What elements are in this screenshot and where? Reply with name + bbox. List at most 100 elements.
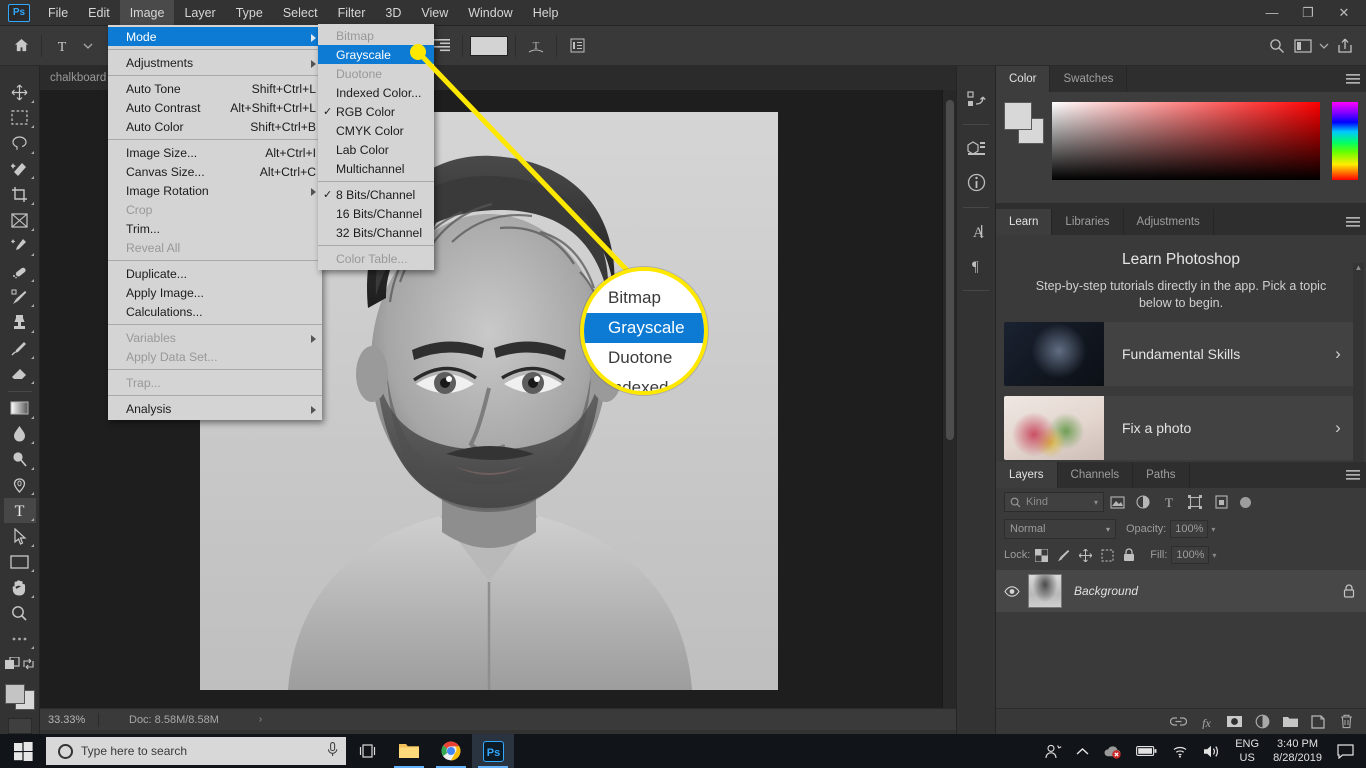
windows-start-icon[interactable] — [0, 734, 46, 768]
menu-window[interactable]: Window — [458, 0, 522, 26]
menu-item-analysis[interactable]: Analysis — [108, 399, 322, 418]
fill-field[interactable]: 100% — [1171, 546, 1210, 564]
eraser-tool[interactable] — [4, 362, 36, 387]
delete-layer-icon[interactable] — [1332, 710, 1360, 734]
menu-item-image-rotation[interactable]: Image Rotation — [108, 181, 322, 200]
menu-type[interactable]: Type — [226, 0, 273, 26]
menu-item-duplicate[interactable]: Duplicate... — [108, 264, 322, 283]
photoshop-taskbar-icon[interactable]: Ps — [472, 734, 514, 768]
gradient-tool[interactable] — [4, 396, 36, 421]
character-icon[interactable]: A — [961, 216, 991, 246]
menu-item-auto-contrast[interactable]: Auto Contrast Alt+Shift+Ctrl+L — [108, 98, 322, 117]
new-group-icon[interactable] — [1276, 710, 1304, 734]
layer-mask-icon[interactable] — [1220, 710, 1248, 734]
tab-learn[interactable]: Learn — [996, 209, 1053, 235]
quick-selection-tool[interactable] — [4, 157, 36, 182]
status-expand-icon[interactable]: › — [219, 714, 262, 725]
dodge-tool[interactable] — [4, 447, 36, 472]
rectangular-marquee-tool[interactable] — [4, 106, 36, 131]
link-layers-icon[interactable] — [1164, 710, 1192, 734]
menu-view[interactable]: View — [411, 0, 458, 26]
restore-button[interactable]: ❐ — [1290, 0, 1326, 26]
tool-preset-chevron-icon[interactable] — [75, 34, 101, 58]
paragraph-icon[interactable]: ¶ — [961, 250, 991, 280]
menu-3d[interactable]: 3D — [375, 0, 411, 26]
menu-item-auto-color[interactable]: Auto Color Shift+Ctrl+B — [108, 117, 322, 136]
blur-tool[interactable] — [4, 422, 36, 447]
taskbar-search-box[interactable]: Type here to search — [46, 737, 346, 765]
show-hidden-icons-icon[interactable] — [1069, 747, 1096, 756]
color-spectrum[interactable] — [1052, 102, 1320, 180]
more-tools-icon[interactable] — [4, 626, 36, 651]
layer-lock-icon[interactable] — [1332, 584, 1366, 598]
menu-item-cmyk-color[interactable]: CMYK Color — [318, 121, 434, 140]
tab-swatches[interactable]: Swatches — [1050, 66, 1128, 92]
color-panel-swatches[interactable] — [1004, 102, 1044, 146]
frame-tool[interactable] — [4, 208, 36, 233]
hand-tool[interactable] — [4, 575, 36, 600]
zoom-level[interactable]: 33.33% — [40, 714, 98, 726]
lock-all-icon[interactable] — [1118, 545, 1140, 565]
layer-visibility-icon[interactable] — [996, 585, 1028, 597]
menu-item-adjustments[interactable]: Adjustments — [108, 53, 322, 72]
share-icon[interactable] — [1332, 34, 1358, 58]
chevron-right-icon[interactable]: › — [1318, 396, 1358, 460]
menu-item-trim[interactable]: Trim... — [108, 219, 322, 238]
learn-card-fundamental-skills[interactable]: Fundamental Skills › — [1004, 322, 1358, 386]
menu-item-calculations[interactable]: Calculations... — [108, 302, 322, 321]
move-tool[interactable] — [4, 80, 36, 105]
menu-item-image-size[interactable]: Image Size... Alt+Ctrl+I — [108, 143, 322, 162]
spot-healing-brush-tool[interactable] — [4, 259, 36, 284]
menu-item-canvas-size[interactable]: Canvas Size... Alt+Ctrl+C — [108, 162, 322, 181]
tab-color[interactable]: Color — [996, 66, 1051, 92]
filter-smart-object-icon[interactable] — [1208, 491, 1234, 513]
chevron-down-icon[interactable]: ▾ — [1212, 551, 1216, 560]
lock-artboard-nesting-icon[interactable] — [1096, 545, 1118, 565]
quick-mask-mode-button[interactable] — [7, 717, 32, 734]
image-menu-dropdown[interactable]: Mode Adjustments Auto Tone Shift+Ctrl+L … — [108, 25, 322, 420]
blend-mode-select[interactable]: Normal ▾ — [1004, 519, 1116, 539]
3d-icon[interactable] — [961, 133, 991, 163]
mode-submenu-dropdown[interactable]: Bitmap Grayscale Duotone Indexed Color..… — [318, 24, 434, 270]
microphone-icon[interactable] — [327, 742, 338, 760]
close-button[interactable]: ✕ — [1326, 0, 1362, 26]
menu-item-indexed-color[interactable]: Indexed Color... — [318, 83, 434, 102]
menu-item-lab-color[interactable]: Lab Color — [318, 140, 434, 159]
brush-tool[interactable] — [4, 285, 36, 310]
language-indicator[interactable]: ENG US — [1229, 737, 1265, 765]
menu-item-auto-tone[interactable]: Auto Tone Shift+Ctrl+L — [108, 79, 322, 98]
layer-filter-kind-select[interactable]: Kind ▾ — [1004, 492, 1104, 512]
menu-file[interactable]: File — [38, 0, 78, 26]
menu-item-rgb-color[interactable]: ✓ RGB Color — [318, 102, 434, 121]
menu-image[interactable]: Image — [119, 0, 175, 26]
hue-slider[interactable] — [1332, 102, 1358, 180]
menu-help[interactable]: Help — [523, 0, 569, 26]
warp-text-icon[interactable]: T — [523, 34, 549, 58]
foreground-background-color[interactable] — [4, 683, 35, 710]
search-icon[interactable] — [1264, 34, 1290, 58]
panel-menu-icon[interactable] — [1340, 462, 1366, 488]
menu-filter[interactable]: Filter — [328, 0, 376, 26]
learn-card-fix-a-photo[interactable]: Fix a photo › — [1004, 396, 1358, 460]
menu-edit[interactable]: Edit — [78, 0, 120, 26]
tab-adjustments[interactable]: Adjustments — [1124, 209, 1214, 235]
pen-tool[interactable] — [4, 473, 36, 498]
menu-item-apply-image[interactable]: Apply Image... — [108, 283, 322, 302]
quick-mask-toggle[interactable] — [3, 652, 37, 677]
chevron-down-icon[interactable]: ▾ — [1106, 525, 1110, 534]
type-tool[interactable]: T — [3, 498, 36, 523]
learn-panel-scrollbar[interactable]: ▲ ▼ — [1353, 263, 1364, 481]
layer-style-icon[interactable]: fx — [1192, 710, 1220, 734]
history-icon[interactable] — [961, 84, 991, 114]
zoom-tool[interactable] — [4, 601, 36, 626]
lasso-tool[interactable] — [4, 131, 36, 156]
google-chrome-icon[interactable] — [430, 734, 472, 768]
filter-pixel-icon[interactable] — [1104, 491, 1130, 513]
lock-position-icon[interactable] — [1074, 545, 1096, 565]
panel-menu-icon[interactable] — [1340, 66, 1366, 92]
eyedropper-tool[interactable] — [4, 234, 36, 259]
volume-icon[interactable] — [1196, 744, 1229, 759]
tab-layers[interactable]: Layers — [996, 462, 1058, 488]
scrollbar-thumb[interactable] — [946, 100, 954, 440]
type-tool-icon[interactable]: T — [49, 34, 75, 58]
